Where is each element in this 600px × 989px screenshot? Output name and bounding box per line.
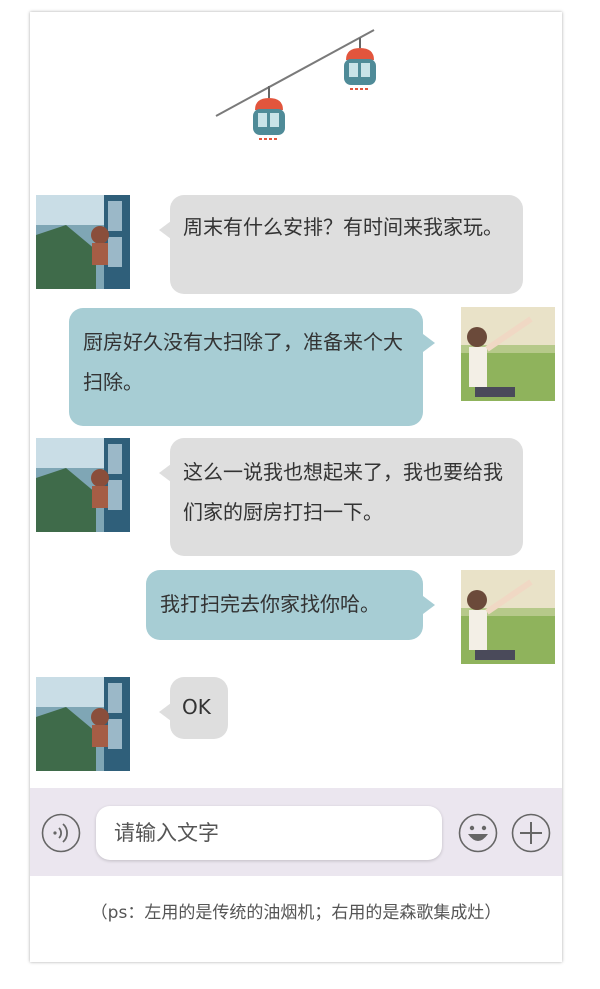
message-bubble[interactable]: 我打扫完去你家找你哈。	[146, 570, 435, 640]
avatar-right[interactable]	[461, 570, 555, 664]
cable-car-icon	[215, 29, 376, 140]
avatar-left[interactable]	[36, 438, 130, 532]
voice-icon[interactable]	[41, 813, 81, 853]
message-bubble[interactable]: 这么一说我也想起来了，我也要给我们家的厨房打扫一下。	[159, 438, 523, 556]
input-placeholder: 请输入文字	[114, 821, 219, 845]
message-bubble[interactable]: 厨房好久没有大扫除了，准备来个大扫除。	[69, 308, 435, 426]
message-text: 这么一说我也想起来了，我也要给我们家的厨房打扫一下。	[183, 460, 503, 524]
message-text: 周末有什么安排？有时间来我家玩。	[183, 215, 503, 239]
message-text: 厨房好久没有大扫除了，准备来个大扫除。	[83, 330, 403, 394]
chat-card: 周末有什么安排？有时间来我家玩。 厨房好久没有大扫除了，准备来个大扫除。 这么一…	[30, 12, 562, 962]
avatar-left[interactable]	[36, 195, 130, 289]
message-input[interactable]: 请输入文字	[96, 806, 442, 860]
input-bar: 请输入文字	[30, 788, 562, 876]
emoji-icon[interactable]	[458, 813, 498, 853]
avatar-right[interactable]	[461, 307, 555, 401]
message-bubble[interactable]: OK	[159, 677, 228, 739]
caption-text: （ps：左用的是传统的油烟机；右用的是森歌集成灶）	[90, 903, 502, 923]
message-text: 我打扫完去你家找你哈。	[160, 592, 380, 616]
message-text: OK	[182, 695, 211, 719]
message-bubble[interactable]: 周末有什么安排？有时间来我家玩。	[159, 195, 523, 294]
plus-icon[interactable]	[511, 813, 551, 853]
avatar-left[interactable]	[36, 677, 130, 771]
